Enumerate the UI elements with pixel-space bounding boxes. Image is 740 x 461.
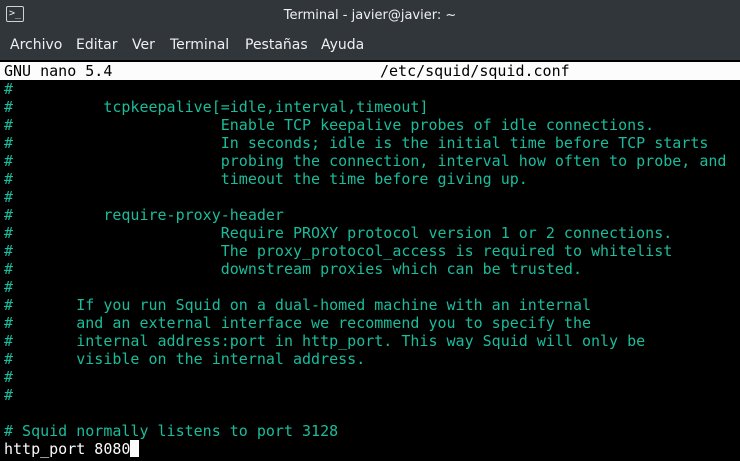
editor-line: # downstream proxies which can be truste… [4,260,582,278]
editor-line: # In seconds; idle is the initial time b… [4,134,709,152]
editor-line: # If you run Squid on a dual-homed machi… [4,296,591,314]
terminal-area[interactable]: GNU nano 5.4 /etc/squid/squid.conf # # t… [0,60,740,461]
menu-archivo[interactable]: Archivo [10,31,62,59]
editor-line: # Require PROXY protocol version 1 or 2 … [4,224,673,242]
menu-ayuda[interactable]: Ayuda [321,31,364,59]
menu-pestanas[interactable]: Pestañas [245,31,308,59]
editor-line: # [4,368,14,386]
menu-editar[interactable]: Editar [76,31,117,59]
window-titlebar[interactable]: >_ Terminal - javier@javier: ~ [0,0,740,31]
editor-line: # visible on the internal address. [4,350,366,368]
window-title: Terminal - javier@javier: ~ [283,8,457,23]
editor-line-text: http_port 8080 [4,440,131,458]
nano-filename: /etc/squid/squid.conf [380,62,570,80]
editor-line: # [4,80,14,98]
menu-bar: Archivo Editar Ver Terminal Pestañas Ayu… [0,31,740,60]
editor-line: # tcpkeepalive[=idle,interval,timeout] [4,98,429,116]
nano-version: GNU nano 5.4 [4,62,113,80]
editor-line: # timeout the time before giving up. [4,170,528,188]
menu-terminal[interactable]: Terminal [170,31,229,59]
editor-line: # The proxy_protocol_access is required … [4,242,673,260]
editor-line: # Squid normally listens to port 3128 [4,422,339,440]
editor-line-current[interactable]: http_port 8080 [4,440,140,458]
menu-ver[interactable]: Ver [132,31,155,59]
editor-line: # probing the connection, interval how o… [4,152,727,170]
editor-line: # [4,188,14,206]
nano-header: GNU nano 5.4 /etc/squid/squid.conf [0,62,740,80]
editor-line: # require-proxy-header [4,206,284,224]
editor-line: # [4,278,14,296]
editor-line: # [4,386,14,404]
editor-line: # internal address:port in http_port. Th… [4,332,646,350]
text-cursor [130,440,140,457]
editor-line: # and an external interface we recommend… [4,314,591,332]
editor-line: # Enable TCP keepalive probes of idle co… [4,116,655,134]
